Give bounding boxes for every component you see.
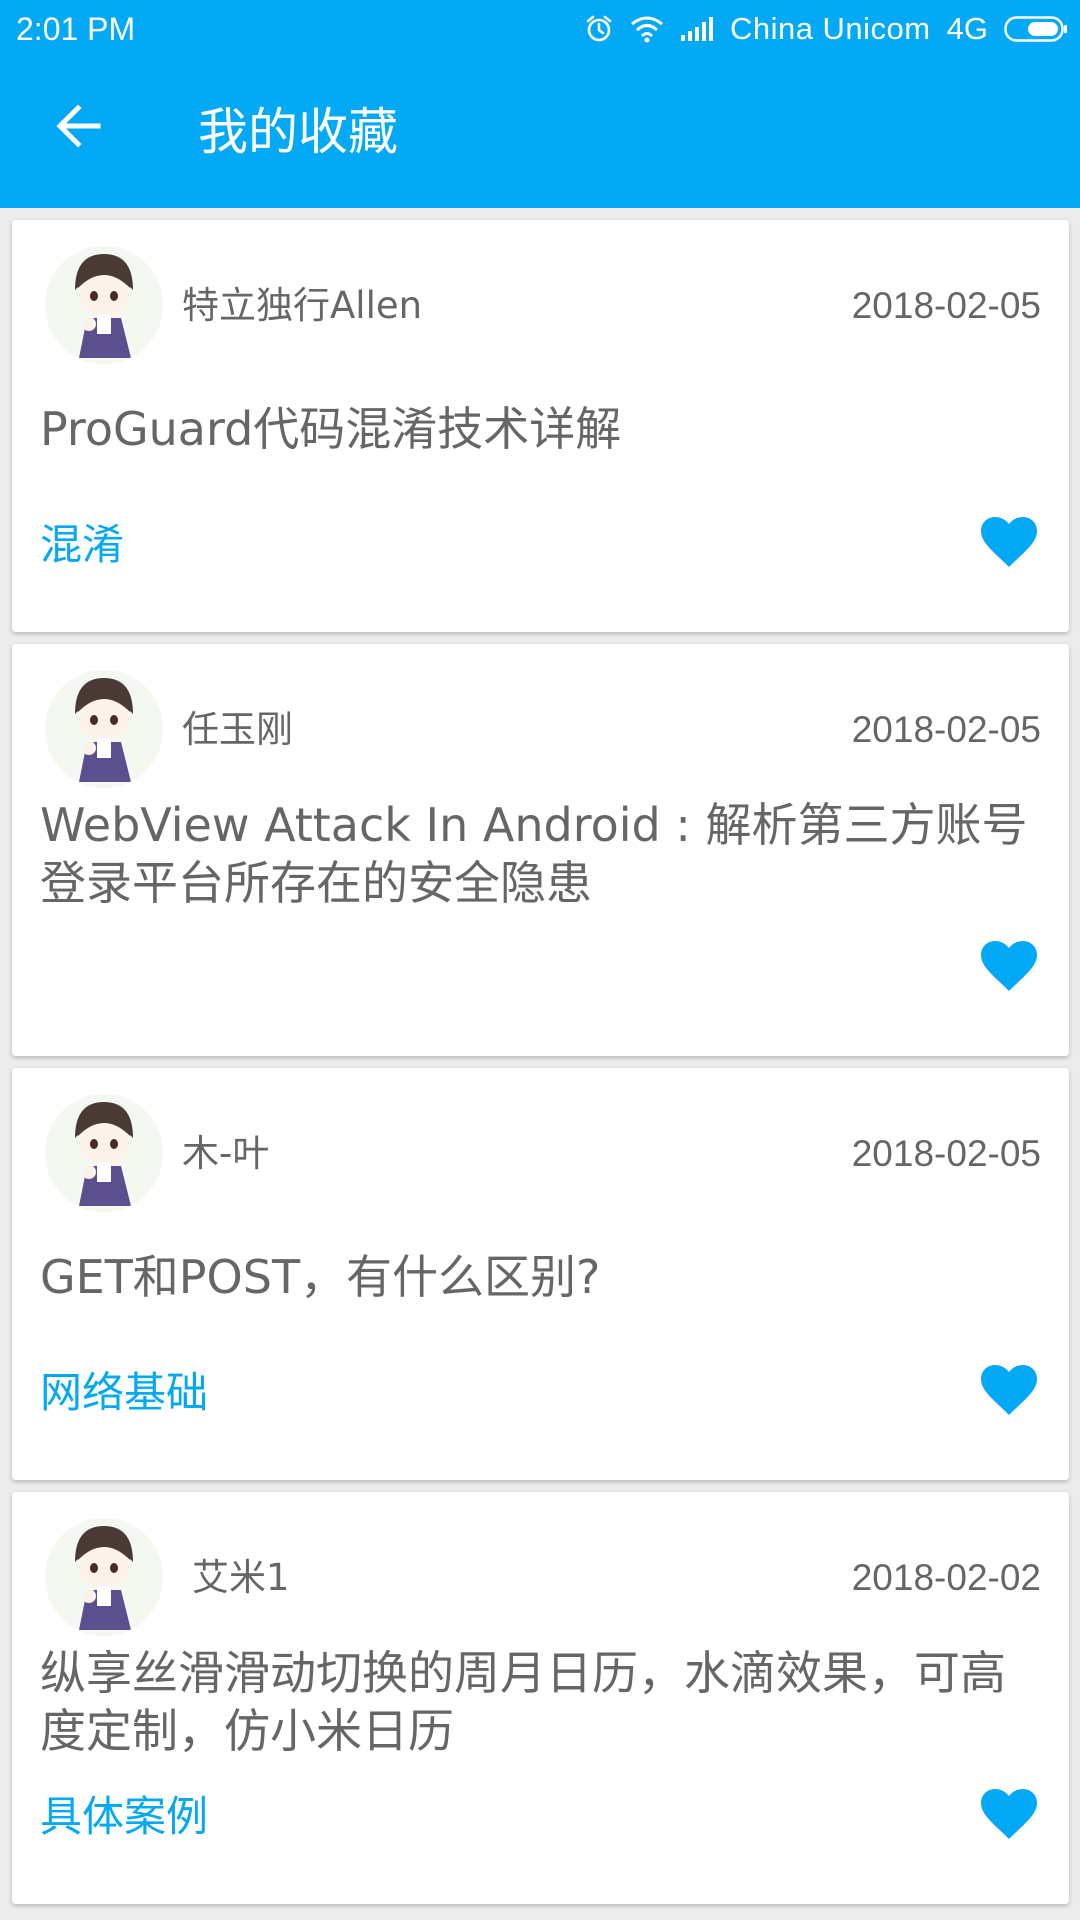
heart-filled-icon	[980, 516, 1038, 572]
publish-date: 2018-02-02	[851, 1557, 1041, 1598]
status-bar: 2:01 PM China Unicom 4G	[0, 0, 1080, 58]
author-avatar[interactable]	[45, 1518, 163, 1636]
article-tag[interactable]: 混淆	[40, 520, 124, 570]
favorite-card[interactable]: 木-叶 2018-02-05 GET和POST，有什么区别? 网络基础	[12, 1068, 1069, 1480]
page-title: 我的收藏	[198, 103, 398, 161]
favorite-card[interactable]: 任玉刚 2018-02-05 WebView Attack In Android…	[12, 644, 1069, 1056]
signal-icon	[680, 17, 714, 41]
toolbar: 我的收藏	[0, 58, 1080, 208]
favorite-button[interactable]	[979, 938, 1039, 998]
battery-icon	[1004, 16, 1068, 42]
author-name[interactable]: 特立独行Allen	[182, 284, 422, 328]
app-header: 2:01 PM China Unicom 4G 我的收藏	[0, 0, 1080, 208]
favorite-card[interactable]: 艾米1 2018-02-02 纵享丝滑滑动切换的周月日历，水滴效果，可高度定制，…	[12, 1492, 1069, 1904]
author-avatar[interactable]	[45, 246, 163, 364]
alarm-icon	[584, 14, 614, 44]
favorite-button[interactable]	[979, 1786, 1039, 1846]
author-name[interactable]: 木-叶	[182, 1132, 269, 1176]
article-title[interactable]: ProGuard代码混淆技术详解	[40, 400, 1041, 458]
network-type: 4G	[946, 11, 988, 46]
back-button[interactable]	[28, 78, 128, 178]
author-avatar[interactable]	[45, 670, 163, 788]
heart-filled-icon	[980, 940, 1038, 996]
favorite-button[interactable]	[979, 514, 1039, 574]
heart-filled-icon	[980, 1788, 1038, 1844]
author-name[interactable]: 任玉刚	[182, 708, 293, 752]
heart-filled-icon	[980, 1364, 1038, 1420]
author-avatar[interactable]	[45, 1094, 163, 1212]
favorite-card[interactable]: 特立独行Allen 2018-02-05 ProGuard代码混淆技术详解 混淆	[12, 220, 1069, 632]
publish-date: 2018-02-05	[851, 285, 1041, 326]
article-title[interactable]: GET和POST，有什么区别?	[40, 1248, 1041, 1306]
status-indicators: China Unicom 4G	[584, 8, 1068, 50]
wifi-icon	[630, 15, 664, 43]
publish-date: 2018-02-05	[851, 1133, 1041, 1174]
article-title[interactable]: WebView Attack In Android : 解析第三方账号登录平台所…	[40, 796, 1041, 912]
carrier-name: China Unicom	[729, 11, 931, 46]
status-time: 2:01 PM	[16, 11, 136, 47]
author-name[interactable]: 艾米1	[192, 1556, 290, 1600]
favorite-button[interactable]	[979, 1362, 1039, 1422]
article-tag[interactable]: 网络基础	[40, 1368, 208, 1418]
article-tag[interactable]: 具体案例	[40, 1792, 208, 1842]
publish-date: 2018-02-05	[851, 709, 1041, 750]
arrow-back-icon	[52, 100, 104, 156]
article-title[interactable]: 纵享丝滑滑动切换的周月日历，水滴效果，可高度定制，仿小米日历	[40, 1644, 1041, 1760]
